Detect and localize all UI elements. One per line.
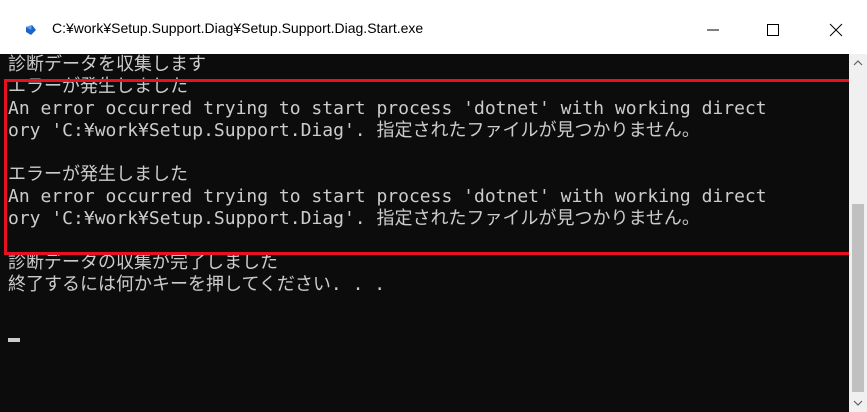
vertical-scrollbar[interactable]: [849, 54, 867, 412]
title-bar[interactable]: C:¥work¥Setup.Support.Diag¥Setup.Support…: [0, 0, 867, 54]
console-output[interactable]: 診断データを収集します エラーが発生しました An error occurred…: [0, 54, 849, 412]
close-button[interactable]: [813, 12, 859, 48]
scroll-up-button[interactable]: [849, 54, 867, 72]
error-highlight-box: [4, 79, 849, 255]
chevron-down-icon: [853, 400, 863, 406]
close-icon: [829, 23, 843, 37]
console-app-icon: [26, 25, 36, 35]
console-line: 終了するには何かキーを押してください. . .: [8, 274, 386, 295]
console-line: 診断データを収集します: [8, 54, 206, 75]
maximize-button[interactable]: [750, 12, 796, 48]
scroll-down-button[interactable]: [849, 394, 867, 412]
window-title: C:¥work¥Setup.Support.Diag¥Setup.Support…: [52, 20, 424, 36]
text-cursor: [8, 338, 20, 342]
maximize-icon: [767, 24, 779, 36]
minimize-button[interactable]: [690, 12, 736, 48]
minimize-icon: [707, 29, 719, 31]
scrollbar-thumb[interactable]: [852, 204, 864, 392]
console-line: 診断データの収集が完了しました: [8, 252, 278, 273]
console-window: C:¥work¥Setup.Support.Diag¥Setup.Support…: [0, 0, 867, 412]
chevron-up-icon: [853, 60, 863, 66]
